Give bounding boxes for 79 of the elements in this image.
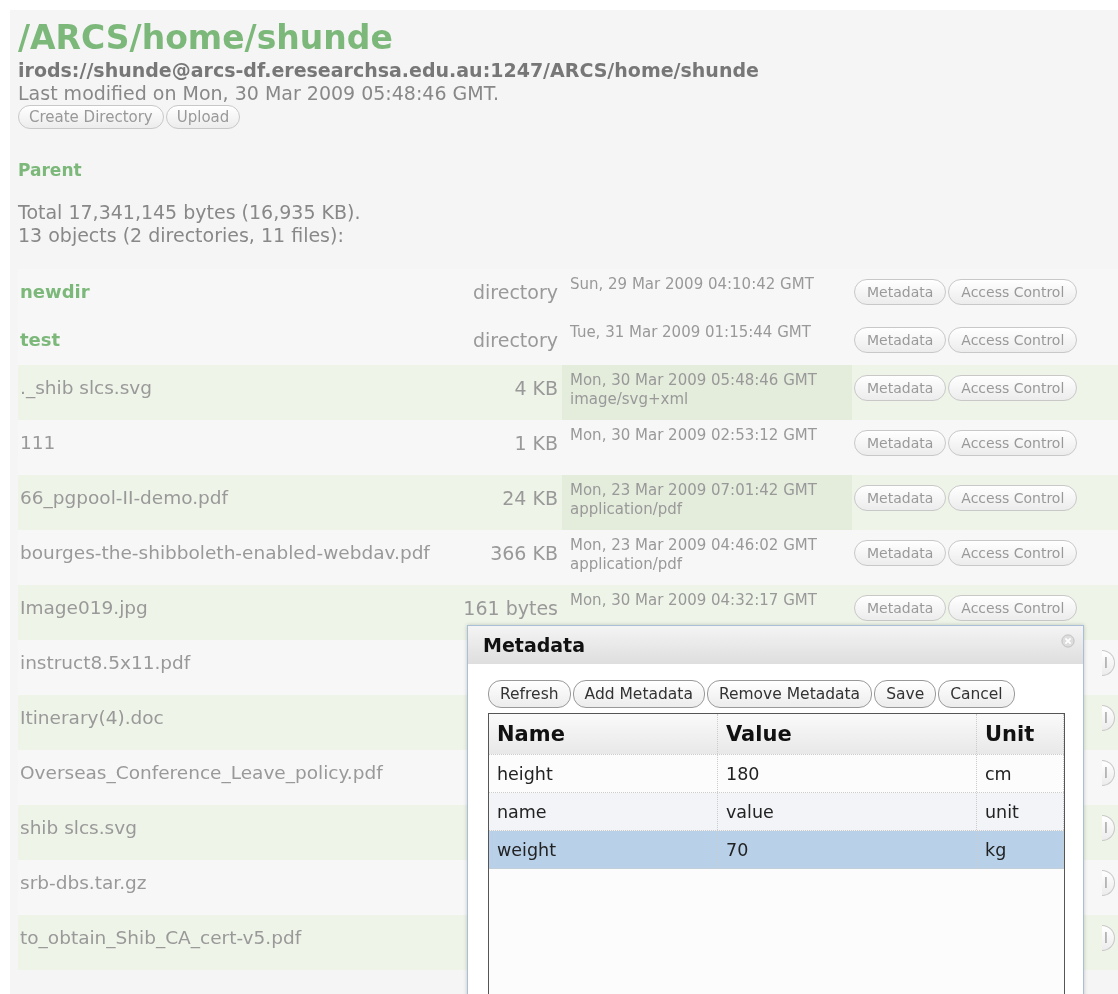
file-name: 66_pgpool-II-demo.pdf — [19, 486, 230, 511]
parent-link[interactable]: Parent — [18, 159, 82, 181]
mime-type: application/pdf — [570, 555, 683, 574]
file-name: srb-dbs.tar.gz — [19, 871, 148, 895]
dialog-button[interactable]: Save — [874, 680, 937, 708]
row-action-button[interactable]: Access Control — [948, 595, 1078, 621]
page-title: /ARCS/home/shunde — [18, 18, 393, 58]
table-cell: unit — [977, 793, 1064, 830]
dialog-button[interactable]: Add Metadata — [572, 680, 705, 708]
file-size: directory — [473, 281, 558, 303]
directory-link[interactable]: newdir — [18, 269, 458, 317]
summary-text: 13 objects (2 directories, 11 files): — [18, 224, 344, 247]
file-size: 4 KB — [514, 377, 558, 399]
row-action-button[interactable]: Access Control — [948, 485, 1078, 511]
dialog-button[interactable]: Remove Metadata — [706, 680, 873, 708]
toolbar-button[interactable]: Upload — [165, 105, 241, 129]
file-name: Itinerary(4).doc — [19, 706, 165, 730]
file-name: Overseas_Conference_Leave_policy.pdf — [19, 761, 384, 786]
modified-date: Mon, 30 Mar 2009 05:48:46 GMT — [570, 371, 817, 390]
file-name: ._shib slcs.svg — [19, 376, 154, 401]
row-action-button[interactable]: Access Control — [948, 375, 1078, 401]
file-size: 1 KB — [514, 432, 558, 454]
modified-date: Sun, 29 Mar 2009 04:10:42 GMT — [570, 275, 814, 294]
table-cell: height — [489, 755, 718, 792]
table-cell: value — [718, 793, 977, 830]
row-action-button[interactable]: Access Control — [948, 279, 1078, 305]
row-action-button[interactable]: l — [1102, 925, 1115, 951]
file-name: bourges-the-shibboleth-enabled-webdav.pdf — [19, 541, 431, 565]
file-size: 161 bytes — [463, 597, 558, 619]
row-action-button[interactable]: Metadata — [854, 327, 947, 353]
modified-date: Mon, 30 Mar 2009 04:32:17 GMT — [570, 591, 817, 610]
close-icon[interactable] — [1061, 634, 1075, 648]
table-cell: 70 — [718, 831, 977, 868]
row-action-button[interactable]: l — [1102, 705, 1115, 731]
modified-date: Mon, 30 Mar 2009 02:53:12 GMT — [570, 426, 817, 445]
modified-date: Tue, 31 Mar 2009 01:15:44 GMT — [570, 323, 811, 342]
row-action-button[interactable]: Metadata — [854, 540, 947, 566]
toolbar-button[interactable]: Create Directory — [18, 105, 164, 129]
table-cell: weight — [489, 831, 718, 868]
mime-type: application/pdf — [570, 500, 683, 519]
dialog-button[interactable]: Refresh — [488, 680, 571, 708]
row-action-button[interactable]: l — [1102, 760, 1115, 786]
modified-date: Mon, 23 Mar 2009 04:46:02 GMT — [570, 536, 817, 555]
file-name: Image019.jpg — [19, 596, 149, 620]
row-action-button[interactable]: Access Control — [948, 327, 1078, 353]
row-action-button[interactable]: Access Control — [948, 430, 1078, 456]
path-url: irods://shunde@arcs-df.eresearchsa.edu.au:1247/ARCS/home/shunde — [18, 58, 759, 82]
row-action-button[interactable]: Metadata — [854, 485, 947, 511]
table-row[interactable]: weight 70 kg — [489, 831, 1064, 869]
row-action-button[interactable]: Metadata — [854, 279, 947, 305]
column-header: Value — [718, 714, 977, 754]
row-action-button[interactable]: l — [1102, 815, 1115, 841]
modified-text: Last modified on Mon, 30 Mar 2009 05:48:46 GMT. — [18, 82, 500, 104]
column-header: Unit — [977, 714, 1064, 754]
row-action-button[interactable]: Metadata — [854, 595, 947, 621]
row-action-button[interactable]: Access Control — [948, 540, 1078, 566]
file-name: 111 — [19, 431, 57, 455]
file-size: directory — [473, 329, 558, 351]
row-action-button[interactable]: l — [1102, 870, 1115, 896]
table-cell: cm — [977, 755, 1064, 792]
file-size: 366 KB — [490, 542, 558, 564]
row-action-button[interactable]: Metadata — [854, 375, 947, 401]
table-row[interactable]: name value unit — [489, 793, 1064, 831]
row-action-button[interactable]: l — [1102, 650, 1115, 676]
table-cell: name — [489, 793, 718, 830]
row-action-button[interactable]: Metadata — [854, 430, 947, 456]
directory-link[interactable]: test — [18, 317, 458, 365]
table-cell: kg — [977, 831, 1064, 868]
file-size: 24 KB — [502, 487, 558, 509]
summary-text: Total 17,341,145 bytes (16,935 KB). — [18, 201, 361, 224]
file-name: shib slcs.svg — [19, 816, 138, 840]
dialog-button[interactable]: Cancel — [938, 680, 1015, 708]
table-cell: 180 — [718, 755, 977, 792]
modified-date: Mon, 23 Mar 2009 07:01:42 GMT — [570, 481, 817, 500]
dialog-title: Metadata — [483, 634, 586, 656]
mime-type: image/svg+xml — [570, 390, 689, 409]
file-name: to_obtain_Shib_CA_cert-v5.pdf — [19, 926, 303, 951]
column-header: Name — [489, 714, 718, 754]
file-name: instruct8.5x11.pdf — [19, 651, 192, 675]
